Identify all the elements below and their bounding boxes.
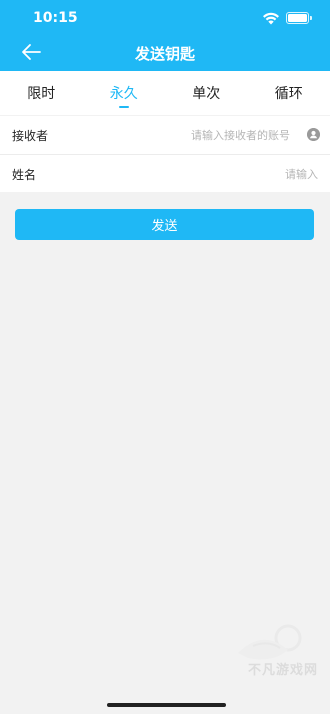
status-time: 10:15 [33, 10, 78, 26]
status-bar: 10:15 [0, 0, 330, 34]
tab-permanent[interactable]: 永久 [83, 71, 166, 115]
tab-label: 单次 [192, 86, 221, 102]
send-button[interactable]: 发送 [15, 209, 314, 240]
tab-label: 限时 [27, 86, 56, 102]
tab-limited-time[interactable]: 限时 [0, 71, 83, 115]
name-label: 姓名 [12, 168, 37, 182]
tab-active-indicator [118, 106, 129, 108]
wifi-icon [263, 12, 279, 25]
receiver-input[interactable] [110, 124, 290, 146]
tab-label: 循环 [274, 86, 303, 102]
name-input[interactable] [110, 163, 318, 185]
nav-bar: 发送钥匙 [0, 34, 330, 71]
page-title: 发送钥匙 [134, 45, 195, 63]
contact-icon[interactable] [307, 128, 320, 141]
tab-recurring[interactable]: 循环 [248, 71, 330, 115]
receiver-label: 接收者 [12, 129, 49, 143]
send-key-form: 接收者 姓名 [0, 116, 330, 192]
receiver-row: 接收者 [0, 116, 330, 154]
tab-bar: 限时 永久 单次 循环 [0, 71, 330, 115]
battery-icon [286, 12, 312, 24]
home-indicator[interactable] [107, 703, 226, 707]
watermark-text: 不凡游戏网 [247, 663, 318, 678]
name-row: 姓名 [0, 154, 330, 192]
tab-single-use[interactable]: 单次 [165, 71, 248, 115]
status-icons [262, 11, 312, 25]
tab-label: 永久 [109, 86, 138, 102]
